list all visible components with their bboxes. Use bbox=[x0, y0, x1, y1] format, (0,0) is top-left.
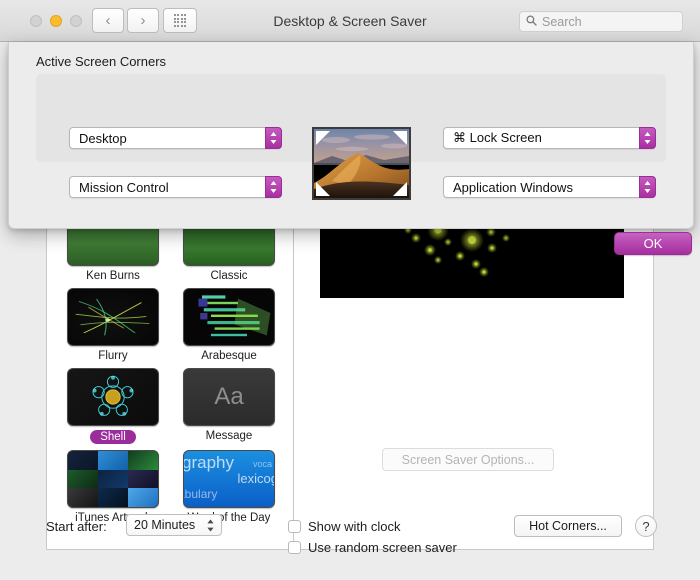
screensaver-thumbnail-word: graphy voca lexicog abulary bbox=[183, 450, 275, 508]
message-glyph: Aa bbox=[214, 383, 243, 411]
corner-popup-top-left[interactable]: Desktop bbox=[69, 127, 282, 149]
search-icon bbox=[526, 13, 537, 31]
corner-indicator-top-left bbox=[316, 131, 330, 145]
list-item[interactable]: Flurry bbox=[55, 282, 171, 362]
corner-indicator-top-right bbox=[393, 131, 407, 145]
show-with-clock-label: Show with clock bbox=[308, 519, 400, 534]
hot-corners-button[interactable]: Hot Corners... bbox=[514, 515, 622, 537]
corner-popup-top-right[interactable]: ⌘ Lock Screen bbox=[443, 127, 656, 149]
ok-button[interactable]: OK bbox=[614, 232, 692, 255]
desktop-preview-thumbnail bbox=[312, 127, 411, 200]
screensaver-thumbnail-arabesque bbox=[183, 288, 275, 346]
help-button[interactable]: ? bbox=[635, 515, 657, 537]
list-item-label: Flurry bbox=[98, 350, 127, 362]
list-item[interactable]: Shell bbox=[55, 362, 171, 444]
screensaver-grid: Ken Burns Classic bbox=[55, 202, 287, 524]
use-random-screensaver-row[interactable]: Use random screen saver bbox=[288, 540, 457, 555]
word-line-3: lexicog bbox=[238, 471, 275, 486]
corner-popup-bottom-right-value: Application Windows bbox=[453, 180, 573, 195]
list-item[interactable]: Arabesque bbox=[171, 282, 287, 362]
word-line-2: voca bbox=[253, 459, 272, 469]
start-after-label: Start after: bbox=[46, 519, 107, 534]
window-titlebar: ‹ › Desktop & Screen Saver Search bbox=[0, 0, 700, 42]
start-after-popup[interactable]: 20 Minutes bbox=[126, 514, 222, 536]
use-random-screensaver-checkbox[interactable] bbox=[288, 541, 301, 554]
use-random-screensaver-label: Use random screen saver bbox=[308, 540, 457, 555]
stepper-chevrons-icon bbox=[206, 518, 215, 533]
screensaver-thumbnail-shell bbox=[67, 368, 159, 426]
corner-popup-top-left-value: Desktop bbox=[79, 131, 127, 146]
list-item-label: Message bbox=[206, 430, 253, 442]
word-line-1: graphy bbox=[183, 453, 234, 473]
corner-indicator-bottom-left bbox=[316, 182, 330, 196]
list-item-label: Arabesque bbox=[201, 350, 257, 362]
start-after-value: 20 Minutes bbox=[134, 518, 195, 532]
corner-popup-bottom-right[interactable]: Application Windows bbox=[443, 176, 656, 198]
show-with-clock-row[interactable]: Show with clock bbox=[288, 519, 400, 534]
list-item-label-selected: Shell bbox=[90, 430, 136, 444]
screen-saver-options-button[interactable]: Screen Saver Options... bbox=[382, 448, 554, 471]
system-preferences-window: ‹ › Desktop & Screen Saver Search bbox=[0, 0, 700, 580]
screensaver-thumbnail-message: Aa bbox=[183, 368, 275, 426]
screensaver-thumbnail-flurry bbox=[67, 288, 159, 346]
search-input-placeholder: Search bbox=[542, 15, 582, 29]
stepper-chevrons-icon[interactable] bbox=[265, 176, 282, 198]
corner-popup-bottom-left-value: Mission Control bbox=[79, 180, 169, 195]
list-item-label: Classic bbox=[210, 270, 247, 282]
corner-popup-bottom-left[interactable]: Mission Control bbox=[69, 176, 282, 198]
hot-corners-sheet: Active Screen Corners Desktop Mission Co… bbox=[8, 42, 694, 229]
search-field[interactable]: Search bbox=[519, 11, 683, 32]
stepper-chevrons-icon[interactable] bbox=[265, 127, 282, 149]
show-with-clock-checkbox[interactable] bbox=[288, 520, 301, 533]
stepper-chevrons-icon[interactable] bbox=[639, 176, 656, 198]
list-item[interactable]: graphy voca lexicog abulary Word of the … bbox=[171, 444, 287, 524]
list-item-label: Ken Burns bbox=[86, 270, 140, 282]
screensaver-thumbnail-itunes bbox=[67, 450, 159, 508]
word-line-4: abulary bbox=[183, 487, 217, 501]
list-item[interactable]: iTunes Artwork bbox=[55, 444, 171, 524]
screensaver-list[interactable]: Ken Burns Classic bbox=[46, 198, 294, 550]
list-item[interactable]: Aa Message bbox=[171, 362, 287, 444]
stepper-chevrons-icon[interactable] bbox=[639, 127, 656, 149]
corner-popup-top-right-value: ⌘ Lock Screen bbox=[453, 130, 542, 146]
corner-indicator-bottom-right bbox=[393, 182, 407, 196]
sheet-title: Active Screen Corners bbox=[36, 54, 166, 69]
screensaver-preview-pane: Screen Saver Options... bbox=[294, 198, 654, 550]
